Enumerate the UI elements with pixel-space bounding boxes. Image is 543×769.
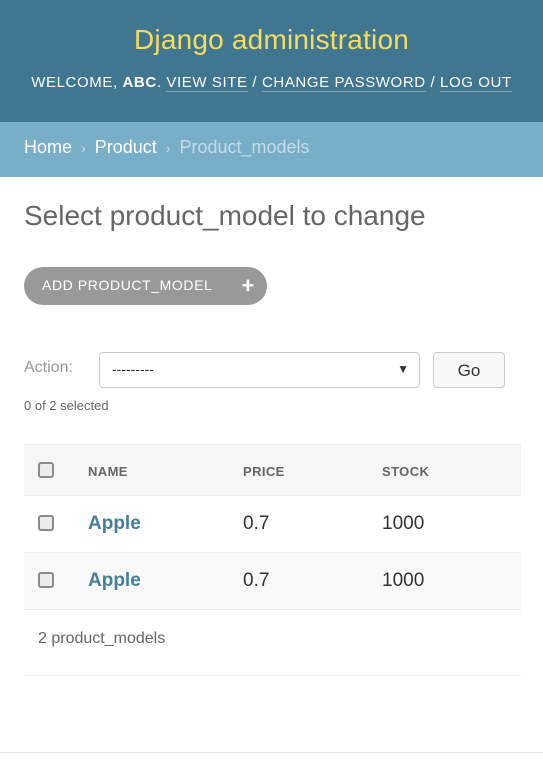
row-checkbox[interactable] [38, 572, 54, 588]
breadcrumb-current: Product_models [179, 137, 310, 157]
site-title[interactable]: Django administration [0, 24, 543, 56]
breadcrumb-separator: › [81, 140, 86, 156]
action-select-value: --------- [112, 361, 154, 377]
user-tools: Welcome, ABC. View site / Change passwor… [31, 74, 512, 92]
go-button[interactable]: Go [433, 352, 505, 388]
row-stock: 1000 [382, 570, 425, 591]
select-all-checkbox[interactable] [38, 462, 54, 478]
selected-count: 0 of 2 selected [24, 398, 109, 413]
plus-icon: + [241, 273, 255, 298]
view-site-link[interactable]: View site [166, 74, 248, 92]
welcome-text: Welcome, [31, 74, 118, 91]
row-price: 0.7 [243, 570, 270, 591]
breadcrumb-product[interactable]: Product [95, 137, 157, 157]
breadcrumb-home[interactable]: Home [24, 137, 72, 157]
table-row: Apple 0.7 1000 [24, 496, 521, 553]
breadcrumb-separator: › [165, 140, 171, 156]
column-header-stock[interactable]: STOCK [382, 464, 429, 479]
add-product-model-button[interactable]: ADD PRODUCT_MODEL + [24, 267, 267, 305]
row-checkbox[interactable] [38, 515, 54, 531]
username: ABC [122, 74, 157, 91]
table-row: Apple 0.7 1000 [24, 553, 521, 610]
column-header-name[interactable]: NAME [88, 464, 128, 479]
row-name-link[interactable]: Apple [88, 513, 141, 535]
site-header: Django administration Welcome, ABC. View… [0, 0, 543, 122]
dropdown-arrow-icon: ▼ [397, 362, 409, 376]
add-button-label: ADD PRODUCT_MODEL [42, 277, 213, 293]
paginator: 2 product_models [24, 610, 521, 676]
row-stock: 1000 [382, 513, 425, 534]
footer-divider [0, 752, 543, 753]
row-name-link[interactable]: Apple [88, 570, 141, 592]
column-header-price[interactable]: PRICE [243, 464, 285, 479]
log-out-link[interactable]: Log out [440, 74, 512, 92]
page-title: Select product_model to change [24, 200, 426, 231]
action-label: Action: [24, 359, 73, 376]
action-select[interactable]: --------- ▼ [99, 352, 420, 388]
separator: / [430, 74, 436, 91]
change-password-link[interactable]: Change password [261, 74, 426, 92]
row-price: 0.7 [243, 513, 270, 534]
breadcrumb: Home › Product › Product_models [0, 122, 543, 177]
table-header: NAME PRICE STOCK [24, 444, 521, 496]
separator: / [252, 74, 258, 91]
